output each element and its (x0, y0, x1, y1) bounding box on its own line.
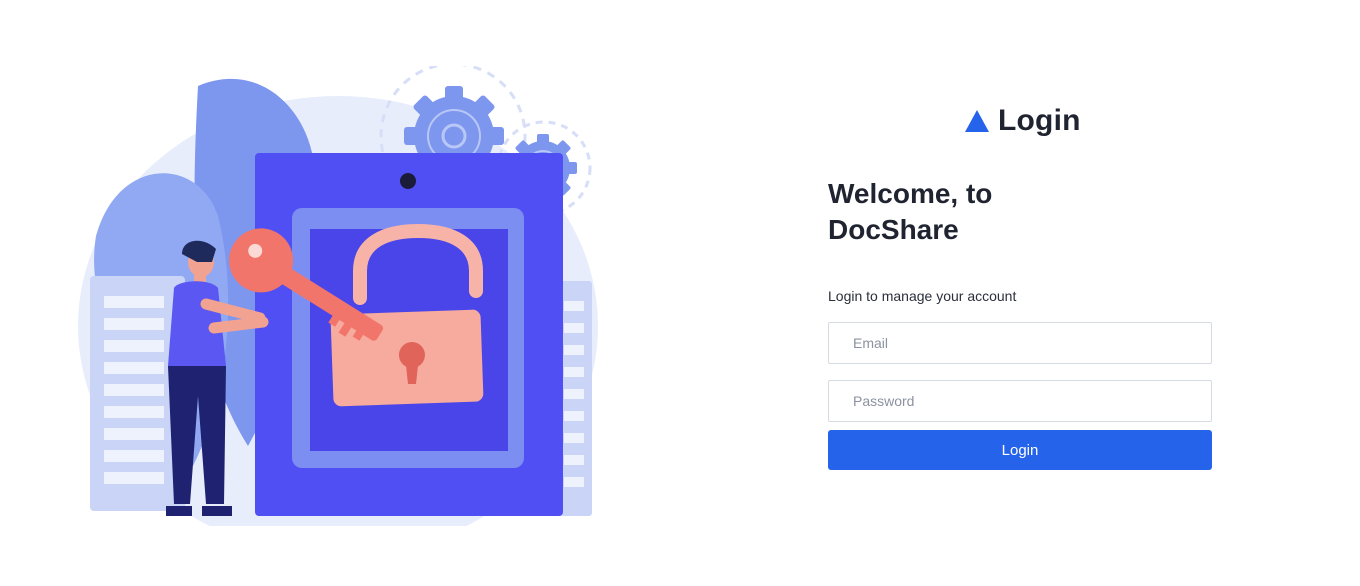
welcome-line-1: Welcome, to (828, 178, 993, 209)
brand-header: Login (964, 104, 1081, 138)
brand-title: Login (998, 104, 1081, 137)
password-field[interactable] (828, 380, 1212, 422)
login-button[interactable]: Login (828, 430, 1212, 470)
login-subtitle: Login to manage your account (828, 288, 1017, 304)
welcome-line-2: DocShare (828, 214, 959, 245)
email-field[interactable] (828, 322, 1212, 364)
security-unlock-illustration (78, 66, 598, 526)
welcome-heading: Welcome, to DocShare (828, 176, 992, 248)
triangle-logo-icon (965, 110, 989, 132)
